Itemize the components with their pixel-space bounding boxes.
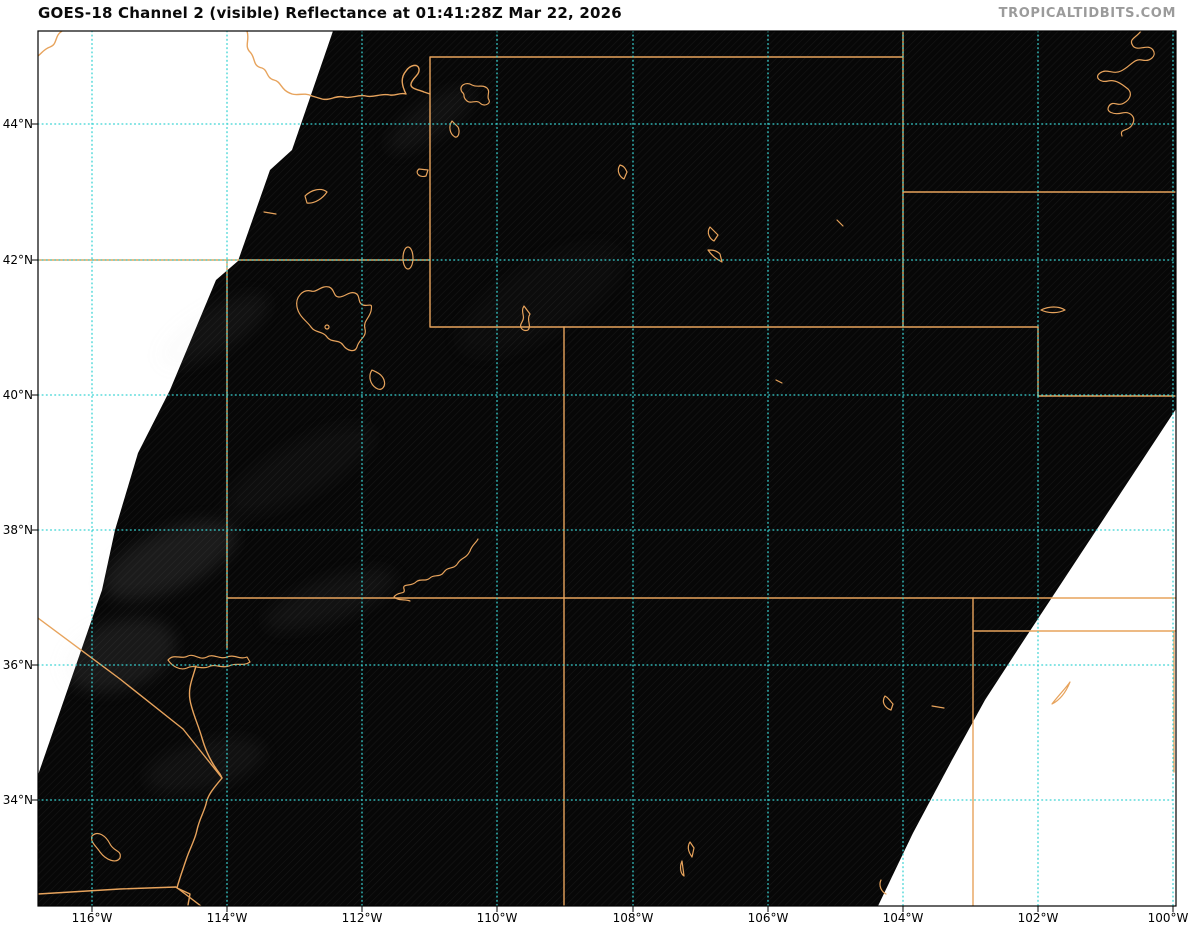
- lon-label-110w: 110°W: [476, 911, 518, 925]
- map-plot: [32, 30, 1177, 912]
- lat-label-44n: 44°N: [2, 117, 33, 131]
- lat-label-42n: 42°N: [2, 253, 33, 267]
- lat-label-34n: 34°N: [2, 793, 33, 807]
- lon-label-108w: 108°W: [612, 911, 654, 925]
- lon-label-112w: 112°W: [341, 911, 383, 925]
- lat-label-36n: 36°N: [2, 658, 33, 672]
- satellite-map-page: GOES-18 Channel 2 (visible) Reflectance …: [0, 0, 1200, 929]
- lon-label-114w: 114°W: [206, 911, 248, 925]
- lon-label-106w: 106°W: [747, 911, 789, 925]
- lat-label-40n: 40°N: [2, 388, 33, 402]
- lon-label-104w: 104°W: [882, 911, 924, 925]
- lon-label-100w: 100°W: [1147, 911, 1189, 925]
- lat-label-38n: 38°N: [2, 523, 33, 537]
- lon-label-116w: 116°W: [71, 911, 113, 925]
- lon-label-102w: 102°W: [1017, 911, 1059, 925]
